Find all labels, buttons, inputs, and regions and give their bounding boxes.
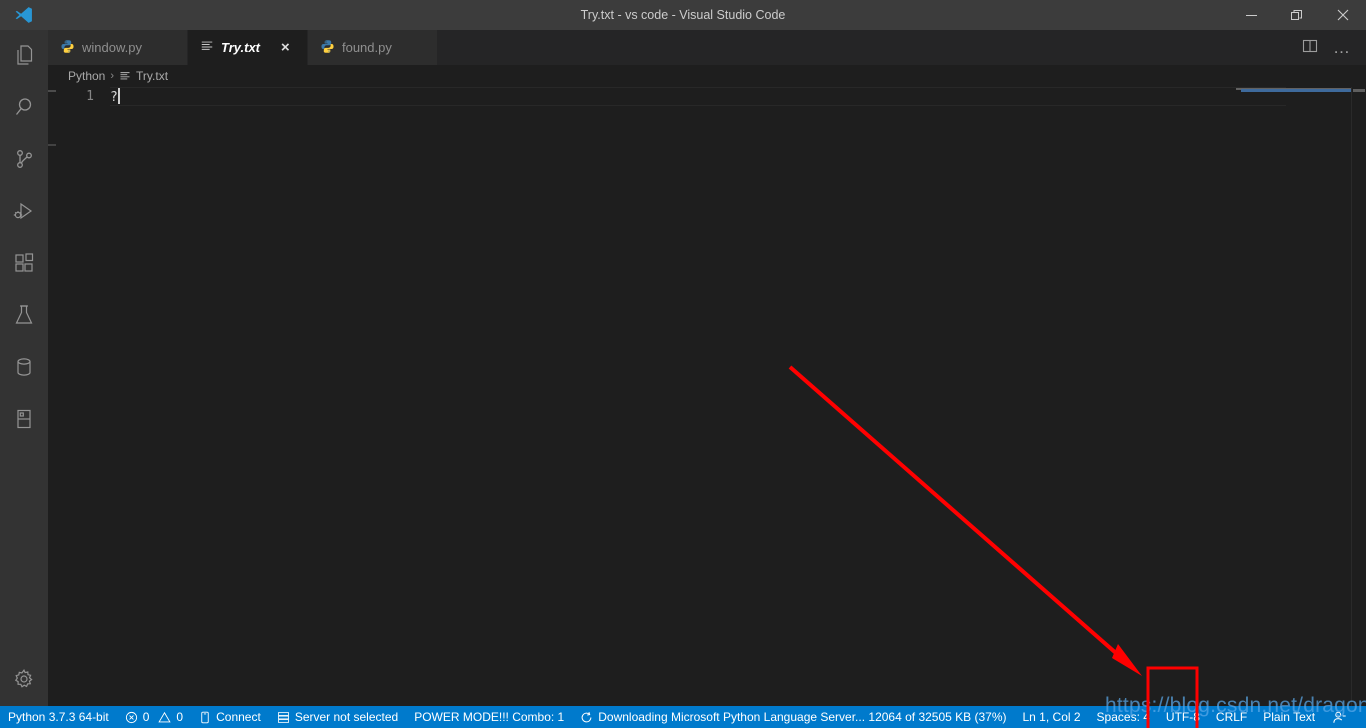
overview-ruler[interactable] bbox=[1352, 87, 1366, 706]
code-editor[interactable]: 1 ? bbox=[48, 87, 1366, 706]
tab-window-py[interactable]: window.py × bbox=[48, 30, 188, 65]
sync-icon bbox=[580, 711, 593, 724]
status-remote-connect[interactable]: Connect bbox=[191, 706, 269, 728]
source-control-icon bbox=[12, 147, 36, 174]
sidebar-item-notebook[interactable] bbox=[0, 394, 48, 446]
status-language-mode[interactable]: Plain Text bbox=[1255, 706, 1323, 728]
text-cursor bbox=[117, 88, 120, 104]
sidebar-item-manage-settings[interactable] bbox=[0, 654, 48, 706]
files-icon bbox=[12, 43, 36, 70]
status-connect-label: Connect bbox=[216, 710, 261, 724]
remote-icon bbox=[199, 711, 211, 724]
status-indent-label: Spaces: 4 bbox=[1096, 710, 1150, 724]
status-server-selector[interactable]: Server not selected bbox=[269, 706, 406, 728]
server-icon bbox=[277, 711, 290, 724]
breadcrumb-python-label: Python bbox=[68, 69, 106, 83]
status-cursor-label: Ln 1, Col 2 bbox=[1022, 710, 1081, 724]
code-line[interactable]: 1 ? bbox=[48, 87, 1366, 106]
status-python-label: Python 3.7.3 64-bit bbox=[8, 710, 109, 724]
tab-bar-filler bbox=[437, 30, 1296, 65]
sidebar-item-testing[interactable] bbox=[0, 290, 48, 342]
tab-try-txt[interactable]: Try.txt × bbox=[187, 30, 308, 65]
error-icon bbox=[125, 711, 138, 724]
status-download-label: Downloading Microsoft Python Language Se… bbox=[598, 710, 1007, 724]
vscode-logo-icon bbox=[0, 0, 48, 30]
editor-actions: … bbox=[1296, 30, 1366, 65]
text-file-icon bbox=[119, 70, 131, 82]
line-content[interactable]: ? bbox=[110, 87, 1286, 106]
tab-found-py[interactable]: found.py × bbox=[307, 30, 438, 65]
split-editor-button[interactable] bbox=[1296, 34, 1324, 62]
status-cursor-position[interactable]: Ln 1, Col 2 bbox=[1015, 706, 1089, 728]
account-icon bbox=[1332, 710, 1347, 725]
beaker-icon bbox=[12, 303, 36, 330]
text-file-icon bbox=[200, 39, 214, 56]
breadcrumb-file-label: Try.txt bbox=[136, 69, 169, 83]
sidebar-item-search[interactable] bbox=[0, 82, 48, 134]
editor-tab-bar: window.py × Try.txt × bbox=[48, 30, 1366, 65]
status-download-progress[interactable]: Downloading Microsoft Python Language Se… bbox=[572, 706, 1014, 728]
window-controls bbox=[1228, 0, 1366, 30]
tab-label: window.py bbox=[82, 40, 142, 55]
python-file-icon bbox=[60, 39, 75, 57]
sidebar-item-source-control[interactable] bbox=[0, 134, 48, 186]
status-problems[interactable]: 0 0 bbox=[117, 706, 191, 728]
status-eol-label: CRLF bbox=[1215, 710, 1248, 724]
breadcrumb: Python › Try.txt bbox=[48, 65, 1366, 87]
status-power-mode-label: POWER MODE!!! Combo: 1 bbox=[414, 710, 565, 724]
status-warning-count: 0 bbox=[176, 710, 184, 724]
status-encoding-label: UTF-8 bbox=[1165, 710, 1200, 724]
close-button[interactable] bbox=[1320, 0, 1366, 30]
breadcrumb-item-python[interactable]: Python bbox=[68, 69, 105, 83]
notebook-icon bbox=[12, 407, 36, 434]
line-text: ? bbox=[110, 90, 118, 105]
status-error-count: 0 bbox=[142, 710, 150, 724]
status-language-label: Plain Text bbox=[1263, 710, 1316, 724]
breadcrumb-item-try-txt[interactable]: Try.txt bbox=[119, 69, 168, 83]
search-icon bbox=[12, 95, 36, 122]
warning-icon bbox=[158, 711, 172, 724]
status-account[interactable] bbox=[1323, 706, 1356, 728]
sidebar-item-database[interactable] bbox=[0, 342, 48, 394]
status-power-mode[interactable]: POWER MODE!!! Combo: 1 bbox=[406, 706, 572, 728]
editor-group: window.py × Try.txt × bbox=[48, 30, 1366, 706]
ellipsis-icon: … bbox=[1333, 37, 1351, 57]
restore-button[interactable] bbox=[1274, 0, 1320, 30]
status-bar: Python 3.7.3 64-bit 0 0 Connect Server n… bbox=[0, 706, 1366, 728]
split-editor-icon bbox=[1302, 38, 1318, 57]
tab-label: found.py bbox=[341, 40, 392, 55]
sidebar-item-run-debug[interactable] bbox=[0, 186, 48, 238]
status-encoding[interactable]: UTF-8 bbox=[1158, 706, 1208, 728]
gear-icon bbox=[12, 667, 36, 694]
status-python-interpreter[interactable]: Python 3.7.3 64-bit bbox=[0, 706, 117, 728]
editor-gutter-mark bbox=[48, 90, 56, 92]
sidebar-item-explorer[interactable] bbox=[0, 30, 48, 82]
title-bar: Try.txt - vs code - Visual Studio Code bbox=[0, 0, 1366, 30]
status-bar-right: Ln 1, Col 2 Spaces: 4 UTF-8 CRLF Plain T… bbox=[1015, 706, 1366, 728]
tab-close-icon[interactable]: × bbox=[277, 40, 293, 56]
database-icon bbox=[12, 355, 36, 382]
python-file-icon bbox=[320, 39, 335, 57]
breadcrumb-separator-icon: › bbox=[110, 70, 115, 82]
sidebar-item-extensions[interactable] bbox=[0, 238, 48, 290]
status-eol[interactable]: CRLF bbox=[1208, 706, 1255, 728]
minimize-button[interactable] bbox=[1228, 0, 1274, 30]
run-and-debug-icon bbox=[12, 199, 36, 226]
window-title: Try.txt - vs code - Visual Studio Code bbox=[580, 8, 786, 22]
status-notifications[interactable] bbox=[1356, 706, 1366, 728]
activity-bar bbox=[0, 30, 48, 706]
minimap-slider[interactable] bbox=[1241, 89, 1359, 92]
extensions-icon bbox=[12, 251, 36, 278]
tab-label: Try.txt bbox=[220, 40, 260, 55]
editor-gutter-mark bbox=[48, 144, 56, 146]
status-server-label: Server not selected bbox=[294, 710, 399, 724]
vscode-window: Try.txt - vs code - Visual Studio Code w… bbox=[0, 0, 1366, 728]
status-indentation[interactable]: Spaces: 4 bbox=[1089, 706, 1158, 728]
line-number: 1 bbox=[86, 89, 94, 104]
overview-ruler-mark bbox=[1353, 89, 1365, 92]
more-actions-button[interactable]: … bbox=[1328, 34, 1356, 62]
